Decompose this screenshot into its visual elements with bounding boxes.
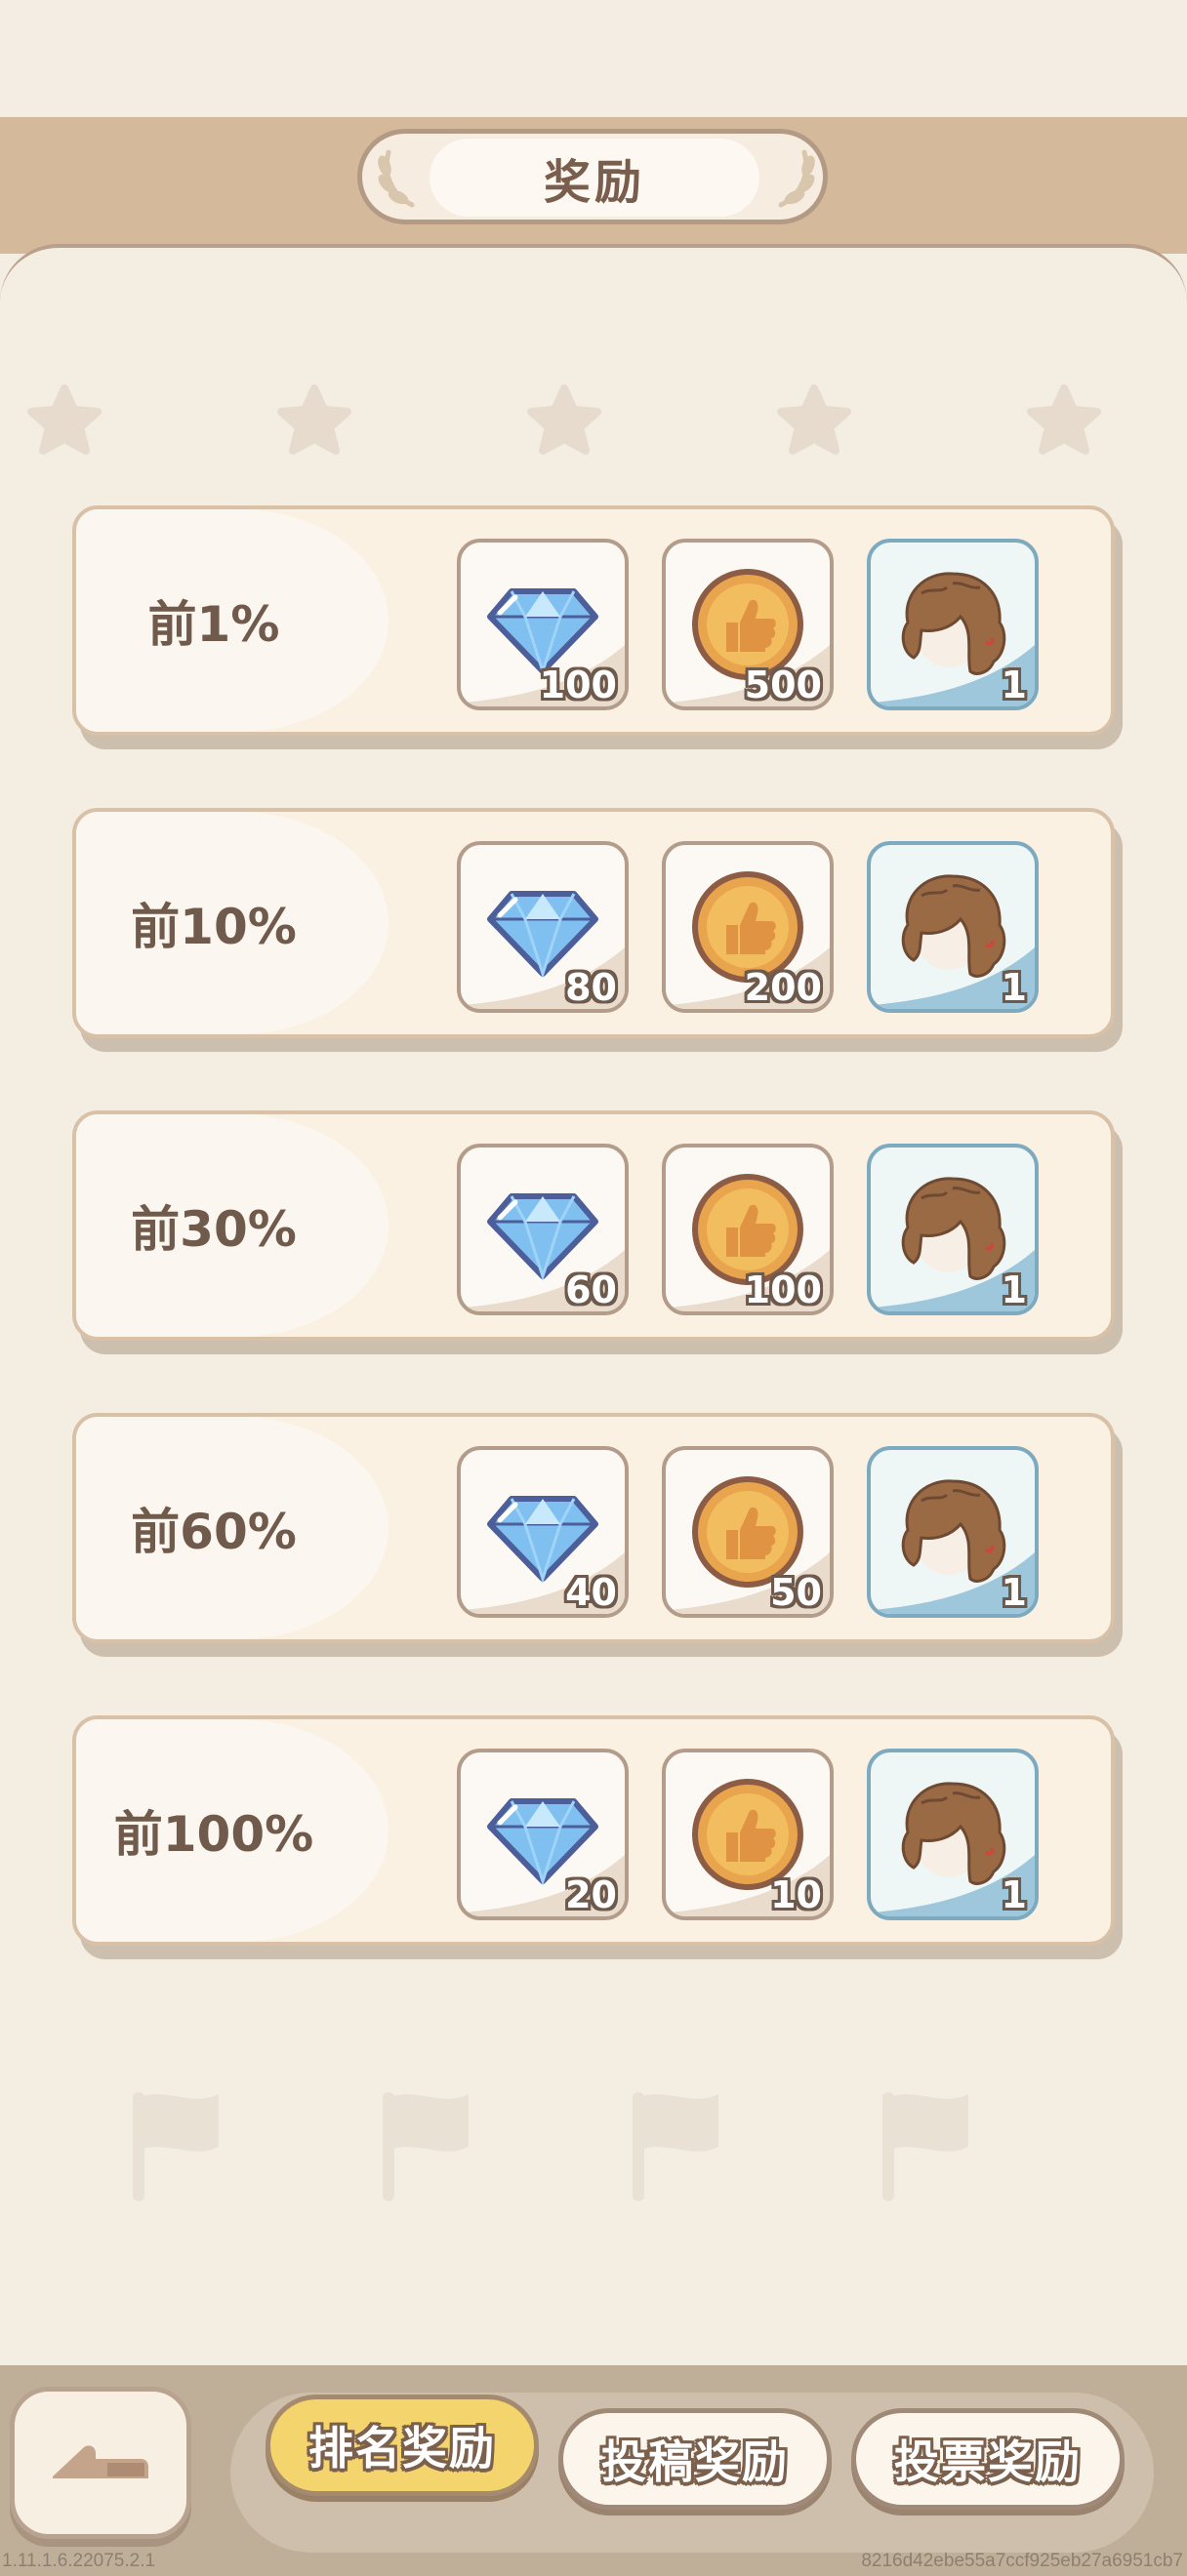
diamond-reward[interactable]: 80 — [457, 841, 629, 1013]
rank-label: 前10% — [131, 899, 297, 955]
diamond-count: 20 — [565, 1873, 617, 1916]
page-title: 奖励 — [430, 139, 759, 217]
top-background — [0, 0, 1187, 117]
curly-hair-icon — [901, 572, 1006, 675]
tab-voting-rewards[interactable]: 投票奖励 — [851, 2408, 1125, 2510]
coin-reward[interactable]: 100 — [662, 1144, 834, 1315]
curly-hair-icon — [901, 1782, 1006, 1885]
background-star-icon — [777, 384, 851, 455]
diamond-count: 100 — [539, 664, 617, 706]
build-hash-text: 8216d42ebe55a7ccf925eb27a6951cb7 — [861, 2551, 1183, 2571]
rank-label: 前100% — [113, 1806, 314, 1863]
rank-label: 前30% — [131, 1201, 297, 1258]
coin-count: 200 — [744, 966, 822, 1009]
hair-reward[interactable]: 1 — [867, 539, 1039, 710]
background-flag-icon — [383, 2092, 469, 2201]
laurel-icon — [778, 149, 815, 208]
curly-hair-icon — [901, 1177, 1006, 1280]
rank-label: 前1% — [147, 596, 280, 653]
diamond-reward[interactable]: 60 — [457, 1144, 629, 1315]
coin-reward[interactable]: 500 — [662, 539, 834, 710]
diamond-reward[interactable]: 100 — [457, 539, 629, 710]
hair-reward[interactable]: 1 — [867, 1749, 1039, 1920]
hair-count: 1 — [1001, 966, 1027, 1009]
reward-row: 前30% 60 100 1 — [72, 1110, 1115, 1341]
reward-row: 前10% 80 200 1 — [72, 808, 1115, 1038]
coin-count: 10 — [770, 1873, 822, 1916]
tab-ranking-rewards[interactable]: 排名奖励 — [266, 2395, 539, 2496]
coin-reward[interactable]: 200 — [662, 841, 834, 1013]
background-flag-icon — [133, 2092, 219, 2201]
curly-hair-icon — [901, 1479, 1006, 1583]
background-star-icon — [277, 384, 351, 455]
curly-hair-icon — [901, 874, 1006, 978]
reward-row: 前1% 100 500 1 — [72, 505, 1115, 736]
coin-reward[interactable]: 10 — [662, 1749, 834, 1920]
back-button[interactable] — [10, 2387, 191, 2539]
diamond-count: 40 — [565, 1571, 617, 1614]
hair-count: 1 — [1001, 1873, 1027, 1916]
background-star-icon — [27, 384, 102, 455]
tab-submission-rewards[interactable]: 投稿奖励 — [558, 2408, 832, 2510]
background-star-icon — [1027, 384, 1101, 455]
diamond-count: 60 — [565, 1268, 617, 1311]
background-flag-icon — [882, 2092, 968, 2201]
hair-reward[interactable]: 1 — [867, 841, 1039, 1013]
coin-count: 50 — [770, 1571, 822, 1614]
diamond-count: 80 — [565, 966, 617, 1009]
hair-count: 1 — [1001, 664, 1027, 706]
version-text: 1.11.1.6.22075.2.1 — [2, 2551, 156, 2571]
laurel-icon — [378, 149, 415, 208]
coin-reward[interactable]: 50 — [662, 1446, 834, 1618]
hair-count: 1 — [1001, 1268, 1027, 1311]
hair-reward[interactable]: 1 — [867, 1144, 1039, 1315]
rank-label: 前60% — [131, 1504, 297, 1560]
background-flag-icon — [633, 2092, 718, 2201]
back-arrow-icon — [53, 2445, 148, 2478]
background-star-icon — [527, 384, 601, 455]
hair-count: 1 — [1001, 1571, 1027, 1614]
reward-row: 前100% 20 10 1 — [72, 1715, 1115, 1946]
diamond-reward[interactable]: 20 — [457, 1749, 629, 1920]
reward-row: 前60% 40 50 1 — [72, 1413, 1115, 1643]
coin-count: 500 — [744, 664, 822, 706]
hair-reward[interactable]: 1 — [867, 1446, 1039, 1618]
diamond-reward[interactable]: 40 — [457, 1446, 629, 1618]
coin-count: 100 — [744, 1268, 822, 1311]
